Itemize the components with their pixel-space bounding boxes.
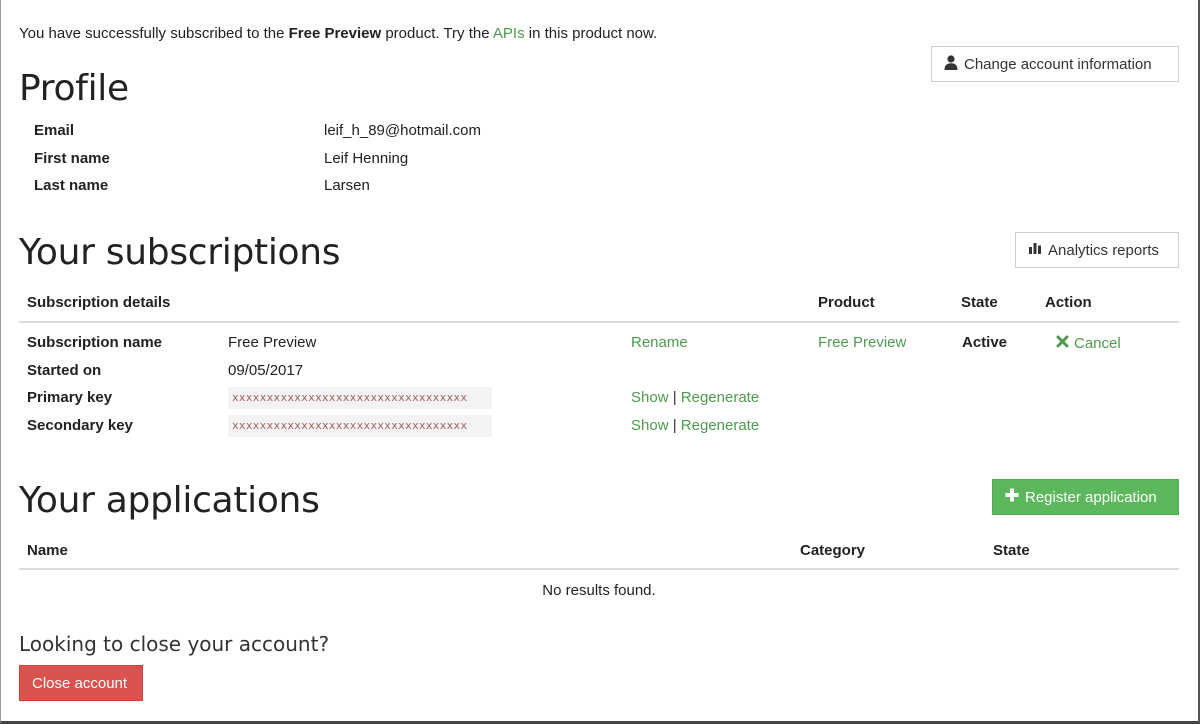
plus-icon (1005, 488, 1019, 506)
close-icon (1056, 335, 1069, 352)
header-state: State (961, 294, 998, 311)
close-account-button[interactable]: Close account (19, 665, 143, 701)
secondary-key-actions: Show | Regenerate (631, 417, 759, 434)
applications-divider (19, 568, 1179, 570)
started-on-value: 09/05/2017 (228, 362, 304, 379)
analytics-reports-button[interactable]: Analytics reports (1015, 232, 1179, 268)
show-secondary-key-link[interactable]: Show (631, 417, 669, 434)
secondary-key-value: xxxxxxxxxxxxxxxxxxxxxxxxxxxxxxxxxx (228, 415, 492, 437)
regenerate-primary-key-link[interactable]: Regenerate (681, 389, 759, 406)
header-action: Action (1045, 294, 1092, 311)
bar-chart-icon (1028, 241, 1042, 259)
no-results-message: No results found. (542, 582, 656, 599)
secondary-key-label: Secondary key (27, 417, 133, 434)
register-application-label: Register application (1025, 488, 1157, 506)
header-category: Category (800, 542, 866, 559)
email-label: Email (34, 122, 75, 139)
register-application-button[interactable]: Register application (992, 479, 1179, 515)
started-on-label: Started on (27, 362, 102, 379)
notice-middle: product. Try the (381, 25, 493, 42)
change-account-label: Change account information (964, 55, 1152, 73)
header-subscription-details: Subscription details (27, 294, 171, 311)
notice-product: Free Preview (288, 25, 382, 42)
subscriptions-divider (19, 321, 1179, 323)
close-account-question: Looking to close your account? (19, 632, 330, 656)
close-account-label: Close account (32, 674, 128, 692)
applications-title: Your applications (19, 480, 320, 521)
subscription-notice: You have successfully subscribed to the … (19, 25, 657, 42)
primary-key-actions: Show | Regenerate (631, 389, 759, 406)
show-primary-key-link[interactable]: Show (631, 389, 669, 406)
primary-key-label: Primary key (27, 389, 113, 406)
subscription-state: Active (962, 334, 1008, 351)
subscriptions-title: Your subscriptions (19, 232, 341, 273)
first-name-value: Leif Henning (324, 150, 409, 167)
rename-link[interactable]: Rename (631, 334, 688, 351)
primary-key-value: xxxxxxxxxxxxxxxxxxxxxxxxxxxxxxxxxx (228, 387, 492, 409)
apis-link[interactable]: APIs (493, 25, 525, 42)
first-name-label: First name (34, 150, 110, 167)
user-icon (944, 54, 958, 74)
notice-prefix: You have successfully subscribed to the (19, 25, 289, 42)
page-frame (0, 0, 1200, 724)
change-account-information-button[interactable]: Change account information (931, 46, 1179, 82)
email-value: leif_h_89@hotmail.com (324, 122, 481, 139)
last-name-label: Last name (34, 177, 109, 194)
cancel-subscription-link[interactable]: Cancel (1056, 335, 1121, 352)
profile-title: Profile (19, 68, 129, 109)
regenerate-secondary-key-link[interactable]: Regenerate (681, 417, 759, 434)
notice-suffix: in this product now. (524, 25, 658, 42)
subscription-name-label: Subscription name (27, 334, 163, 351)
cancel-label: Cancel (1074, 335, 1121, 352)
product-link[interactable]: Free Preview (818, 334, 906, 351)
subscription-name-value: Free Preview (228, 334, 317, 351)
last-name-value: Larsen (324, 177, 370, 194)
header-app-state: State (993, 542, 1030, 559)
header-product: Product (818, 294, 875, 311)
separator: | (672, 417, 677, 434)
header-name: Name (27, 542, 68, 559)
separator: | (672, 389, 677, 406)
analytics-label: Analytics reports (1048, 241, 1159, 259)
